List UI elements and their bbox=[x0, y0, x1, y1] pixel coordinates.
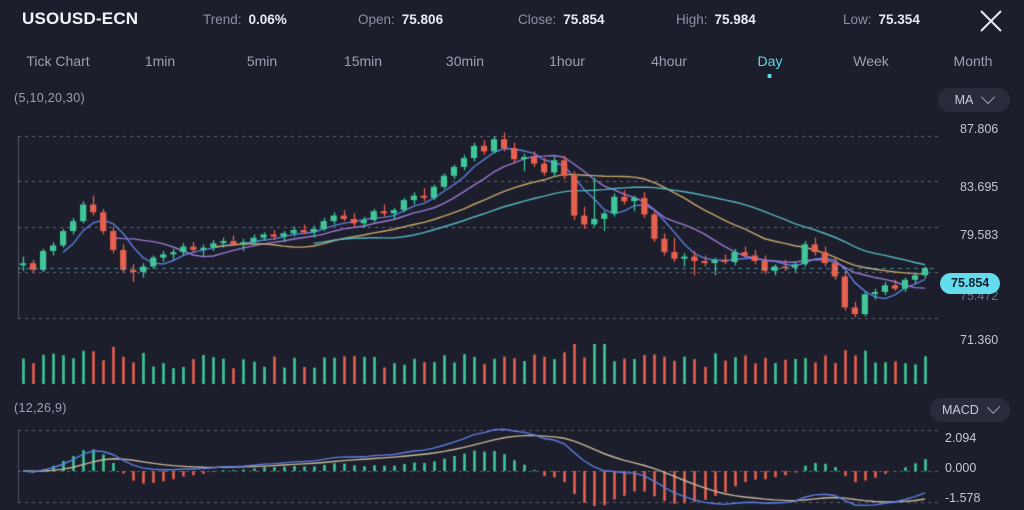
price-axis-label: 83.695 bbox=[960, 180, 999, 194]
tab-week[interactable]: Week bbox=[853, 42, 889, 80]
tab-label: 1hour bbox=[549, 53, 585, 69]
stat-high-label: High: bbox=[676, 12, 708, 27]
current-price-badge: 75.854 bbox=[940, 273, 1001, 294]
tab-label: Day bbox=[757, 53, 783, 69]
chevron-down-icon bbox=[986, 400, 1001, 414]
close-icon[interactable] bbox=[974, 4, 1008, 38]
symbol-title: USOUSD-ECN bbox=[22, 9, 139, 28]
macd-axis-label: 0.000 bbox=[945, 461, 977, 475]
stat-high-value: 75.984 bbox=[714, 12, 756, 27]
stat-open: Open: 75.806 bbox=[358, 12, 443, 27]
tab-30min[interactable]: 30min bbox=[446, 42, 484, 80]
tab-label: Tick Chart bbox=[26, 53, 90, 69]
tab-label: Month bbox=[953, 53, 993, 69]
stat-trend: Trend: 0.06% bbox=[203, 12, 287, 27]
price-axis-label: 87.806 bbox=[960, 122, 999, 136]
price-axis-label: 79.583 bbox=[960, 228, 999, 242]
tab-label: Week bbox=[853, 53, 889, 69]
tab-tick-chart[interactable]: Tick Chart bbox=[26, 42, 89, 80]
macd-params-label: (12,26,9) bbox=[14, 401, 67, 415]
chevron-down-icon bbox=[981, 90, 996, 105]
tab-label: 15min bbox=[343, 53, 383, 69]
ma-params-label: (5,10,20,30) bbox=[14, 91, 86, 105]
tab-1min[interactable]: 1min bbox=[145, 42, 175, 80]
tab-day[interactable]: Day bbox=[757, 42, 783, 80]
stat-low-value: 75.354 bbox=[878, 12, 920, 27]
tab-1hour[interactable]: 1hour bbox=[549, 42, 585, 80]
stat-close: Close: 75.854 bbox=[518, 12, 605, 27]
stat-low-label: Low: bbox=[843, 12, 872, 27]
price-candlestick-chart[interactable] bbox=[0, 112, 1024, 394]
stat-low: Low: 75.354 bbox=[843, 12, 920, 27]
ma-indicator-dropdown[interactable]: MA bbox=[938, 88, 1010, 112]
price-axis-label: 71.360 bbox=[960, 333, 999, 347]
macd-indicator-dropdown[interactable]: MACD bbox=[930, 398, 1010, 422]
stat-open-label: Open: bbox=[358, 12, 395, 27]
stat-close-label: Close: bbox=[518, 12, 557, 27]
macd-indicator-label: MACD bbox=[942, 403, 979, 417]
tab-month[interactable]: Month bbox=[954, 42, 993, 80]
stat-trend-value: 0.06% bbox=[248, 12, 287, 27]
chart-header: USOUSD-ECN Trend: 0.06% Open: 75.806 Close… bbox=[0, 0, 1024, 40]
tab-5min[interactable]: 5min bbox=[247, 42, 277, 80]
stat-open-value: 75.806 bbox=[401, 12, 444, 27]
stat-high: High: 75.984 bbox=[676, 12, 756, 27]
stat-trend-label: Trend: bbox=[203, 12, 242, 27]
macd-axis-label: -1.578 bbox=[945, 491, 981, 505]
macd-axis-label: 2.094 bbox=[945, 431, 977, 445]
tab-label: 4hour bbox=[651, 53, 687, 69]
tab-label: 1min bbox=[144, 53, 176, 69]
stat-close-value: 75.854 bbox=[563, 12, 605, 27]
tab-active-indicator bbox=[768, 74, 772, 78]
tab-4hour[interactable]: 4hour bbox=[651, 42, 687, 80]
timeframe-tabs: Tick Chart 1min 5min 15min 30min 1hour 4hour Da… bbox=[0, 42, 1024, 80]
chart-window: USOUSD-ECN Trend: 0.06% Open: 75.806 Close… bbox=[0, 0, 1024, 510]
tab-label: 5min bbox=[246, 53, 278, 69]
macd-chart[interactable] bbox=[0, 422, 1024, 510]
tab-label: 30min bbox=[445, 53, 485, 69]
ma-indicator-label: MA bbox=[954, 93, 974, 107]
tab-15min[interactable]: 15min bbox=[344, 42, 382, 80]
